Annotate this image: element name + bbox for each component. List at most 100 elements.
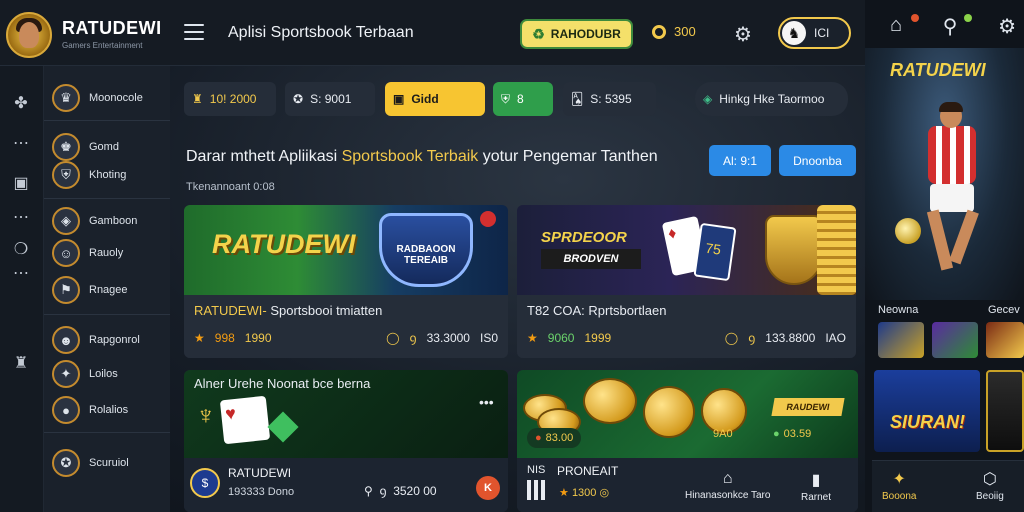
thumbnail-text: SIURAN! — [890, 412, 965, 432]
chip-icon: ● — [773, 428, 780, 440]
bonus-label: Booona — [882, 491, 917, 502]
dots-icon[interactable]: ⋯ — [10, 262, 32, 284]
user-menu[interactable]: ♞ ICI — [778, 17, 851, 49]
headline-date: Tkenannoant 0:08 — [186, 181, 275, 193]
coin-icon: ◯ — [386, 330, 400, 345]
fan-icon[interactable]: ✤ — [10, 92, 32, 114]
elephant-icon[interactable]: ♜ — [10, 352, 32, 374]
card-footer: NIS PRONEAIT ★ 1300 ◎ ⌂ Hinanasonkce Taro… — [517, 458, 858, 512]
gem-icon — [267, 411, 299, 443]
sidebar-item-rolalios[interactable]: ● Rolalios — [52, 393, 128, 427]
card-name-rest: Sportsbooi tmiatten — [270, 303, 383, 318]
card-points-value: 1300 — [571, 487, 597, 499]
settings-icon[interactable]: ⚙ — [734, 22, 752, 47]
stat-label: Gidd — [411, 92, 439, 106]
card-name: RATUDEWI — [228, 466, 292, 480]
card-stat-3: 33.3000 — [426, 330, 470, 345]
home-icon[interactable]: ⌂ — [890, 14, 902, 42]
thumbnail[interactable] — [932, 322, 978, 358]
headline-pre: Darar mthett Apliikasi — [186, 148, 342, 165]
coin-icon: ◎ — [599, 487, 610, 499]
stat-chip-score[interactable]: ✪ S: 9001 — [285, 82, 375, 116]
medal-icon: ✪ — [52, 449, 80, 477]
bonus-button[interactable]: ✦ Booona — [882, 469, 916, 502]
banner-title-text: SPRDEOOR — [541, 229, 627, 246]
stat-chip-gold[interactable]: ▣ Gidd — [385, 82, 485, 116]
action-button-2[interactable]: Dnoonba — [779, 145, 856, 176]
card-name: T82 COA: Rprtsbortlaen — [527, 303, 667, 318]
trophy-icon: ♛ — [52, 84, 80, 112]
stat-label: 10! 2000 — [209, 92, 257, 106]
thumbnail[interactable] — [878, 322, 924, 358]
banner-title: RATUDEWI — [212, 229, 356, 259]
balance-display[interactable]: 300 — [652, 24, 696, 39]
card-title: Alner Urehe Noonat bce berna — [194, 376, 371, 391]
thumbnail[interactable] — [986, 322, 1024, 358]
card-stat-1: 9060 — [547, 330, 575, 345]
thumbnail-players[interactable]: SIURAN! — [874, 370, 980, 452]
card-footer: T82 COA: Rprtsbortlaen ★ 9060 1999 ◯ ꝯ 1… — [517, 295, 856, 358]
card-stat-4: IAO — [825, 330, 846, 345]
star-icon: ★ — [194, 330, 205, 345]
sidebar-item-moonocole[interactable]: ♛ Moonocole — [52, 81, 143, 115]
card-banner: Alner Urehe Noonat bce berna ••• ♆ ♥ — [184, 370, 508, 458]
action-button-1[interactable]: Al: 9:1 — [709, 145, 771, 176]
sidebar-item-scuruiol[interactable]: ✪ Scuruiol — [52, 446, 129, 480]
app-window: RATUDEWI Gamers Entertainment Aplisi Spo… — [0, 0, 1024, 512]
ball-icon — [480, 211, 496, 227]
close-button[interactable]: K — [476, 476, 500, 500]
football-player-image — [920, 102, 984, 274]
card-stats-row: ★ 998 1990 ◯ ꝯ 33.3000 IS0 — [194, 329, 498, 346]
stat-chip-jackpot[interactable]: ♜ 10! 2000 — [184, 82, 276, 116]
card-points: ★ 1300 ◎ — [559, 486, 609, 499]
top-bar: RATUDEWI Gamers Entertainment Aplisi Spo… — [0, 0, 865, 66]
sidebar-item-rapgonrol[interactable]: ☻ Rapgonrol — [52, 323, 140, 357]
notification-dot — [964, 14, 972, 22]
headline-highlight: Sportsbook Terbaik — [341, 148, 479, 165]
shield-icon: ⛨ — [501, 91, 511, 106]
sidebar-item-loilos[interactable]: ✦ Loilos — [52, 357, 118, 391]
coin-stack-icon — [817, 205, 856, 295]
coin-icon — [652, 24, 666, 39]
chat-icon[interactable]: ❍ — [10, 238, 32, 260]
diamond-icon: ◈ — [703, 92, 713, 106]
promo-button[interactable]: ♻ RAHODUBR — [520, 19, 633, 49]
promo-card-sports[interactable]: Alner Urehe Noonat bce berna ••• ♆ ♥ $ R… — [184, 370, 508, 512]
brand-ribbon: RAUDEWI — [771, 398, 845, 416]
action-market[interactable]: ▮ Rarnet — [801, 470, 831, 503]
sidebar-item-rauoly[interactable]: ☺ Rauoly — [52, 236, 123, 270]
sidebar-item-gamboon[interactable]: ◈ Gamboon — [52, 204, 137, 238]
divider — [44, 432, 170, 433]
sidebar: ♛ Moonocole ♚ Gomd ⛨ Khoting ◈ Gamboon ☺… — [44, 66, 170, 512]
card-banner: SPRDEOOR BRODVEN ♦ 75 — [517, 205, 856, 295]
card-banner: RAUDEWI ● 83.00 9A0 ● 03.59 — [517, 370, 858, 458]
card-footer: RATUDEWI- Sportsbooi tmiatten ★ 998 1990… — [184, 295, 508, 358]
card-stat-1: 998 — [214, 330, 235, 345]
search-icon[interactable]: ⚲ — [943, 14, 958, 42]
dots-icon[interactable]: ⋯ — [10, 206, 32, 228]
sidebar-item-rnagee[interactable]: ⚑ Rnagee — [52, 273, 128, 307]
gear-icon[interactable]: ⚙ — [998, 14, 1016, 42]
promo-card-coins[interactable]: RAUDEWI ● 83.00 9A0 ● 03.59 NIS PRONEAIT ★… — [517, 370, 858, 512]
brand-logo[interactable] — [6, 12, 52, 58]
menu-icon[interactable] — [184, 24, 204, 40]
shield-icon: ⛨ — [52, 161, 80, 189]
game-card-casino[interactable]: SPRDEOOR BRODVEN ♦ 75 T82 COA: Rprtsbortl… — [517, 205, 856, 358]
profile-button[interactable]: ⬡ Beoiig — [976, 469, 1004, 502]
stat-chip-cards[interactable]: 🂡 S: 5395 — [563, 82, 656, 116]
thumbnail[interactable] — [986, 370, 1024, 452]
banner-title: SPRDEOOR BRODVEN — [541, 229, 641, 269]
more-icon[interactable]: ••• — [479, 394, 494, 410]
chip-icon: ● — [535, 432, 542, 444]
chip-value-2: 9A0 — [713, 428, 733, 440]
icon-rail: ✤ ⋯ ▣ ⋯ ❍ ⋯ ♜ — [0, 66, 44, 512]
dots-icon[interactable]: ⋯ — [10, 132, 32, 154]
coin-icon — [643, 386, 695, 438]
game-card-ratudewi[interactable]: RATUDEWI RADBAOON TEREAIB RATUDEWI- Spor… — [184, 205, 508, 358]
sidebar-item-khoting[interactable]: ⛨ Khoting — [52, 158, 126, 192]
action-home[interactable]: ⌂ Hinanasonkce Taro — [685, 470, 770, 501]
stat-chip-badge[interactable]: ⛨ 8 — [493, 82, 553, 116]
stat-chip-ranking[interactable]: ◈ Hinkg Hke Taormoo — [695, 82, 848, 116]
row-label-2: Gecev — [988, 304, 1020, 316]
tv-icon[interactable]: ▣ — [10, 172, 32, 194]
